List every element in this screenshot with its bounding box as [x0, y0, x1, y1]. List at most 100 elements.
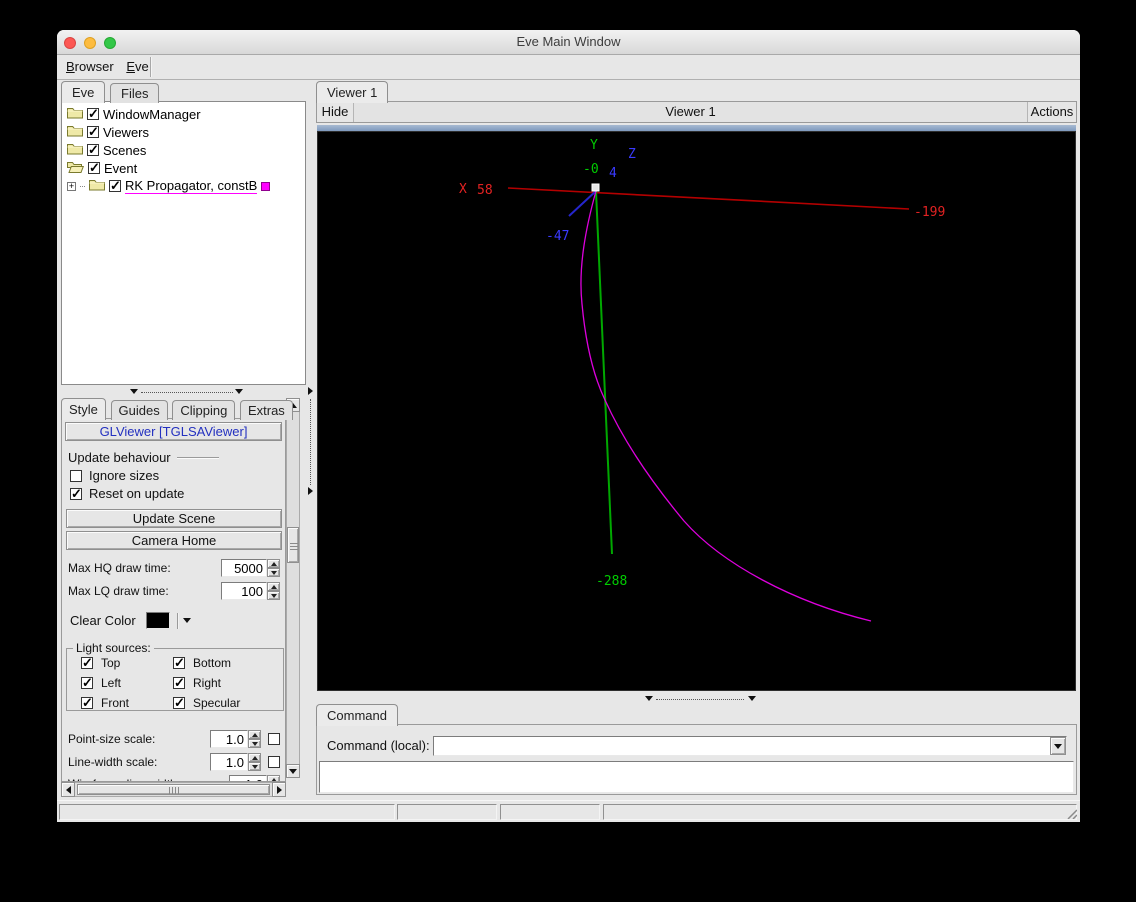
light-top-row[interactable]: Top [81, 655, 173, 671]
max-hq-stepper[interactable] [267, 559, 280, 577]
command-input[interactable] [434, 737, 1050, 755]
light-left-row[interactable]: Left [81, 675, 173, 691]
tab-style[interactable]: Style [61, 398, 106, 420]
tab-extras[interactable]: Extras [239, 400, 293, 420]
spin-up-icon [251, 732, 258, 737]
checkbox-scenes[interactable] [87, 142, 99, 158]
x-near-tick-label: 58 [477, 183, 493, 198]
resize-grip-icon[interactable] [1064, 806, 1077, 819]
max-hq-input[interactable] [221, 559, 267, 577]
expand-icon[interactable]: + [67, 181, 76, 191]
zoom-button[interactable] [104, 37, 116, 49]
y-far-tick-label: -288 [596, 574, 627, 589]
gl-viewport[interactable]: X 58 -199 Y -0 -288 Z 4 -47 [317, 131, 1076, 691]
max-lq-stepper[interactable] [267, 582, 280, 600]
tree-item-scenes[interactable]: Scenes [67, 141, 305, 159]
tab-clipping[interactable]: Clipping [172, 400, 236, 420]
command-dropdown-button[interactable] [1050, 737, 1066, 755]
checkbox-viewers[interactable] [87, 124, 99, 140]
max-hq-label: Max HQ draw time: [68, 561, 171, 575]
wireframe-row: Wireframe line width [68, 775, 280, 781]
light-right-checkbox[interactable] [173, 675, 185, 691]
tree-item-label: WindowManager [103, 106, 201, 122]
line-width-stepper[interactable] [248, 753, 261, 771]
ignore-sizes-row[interactable]: Ignore sizes [70, 468, 159, 483]
light-bottom-row[interactable]: Bottom [173, 655, 240, 671]
clear-color-dropdown-icon[interactable] [182, 618, 191, 623]
tab-files[interactable]: Files [110, 83, 160, 103]
wireframe-stepper[interactable] [267, 775, 280, 781]
tab-command[interactable]: Command [316, 704, 398, 726]
reset-on-update-row[interactable]: Reset on update [70, 486, 184, 502]
wireframe-input[interactable] [229, 775, 267, 781]
scroll-down-button[interactable] [286, 764, 300, 778]
max-lq-row: Max LQ draw time: [68, 582, 280, 600]
track-curve [580, 190, 872, 622]
line-width-input[interactable] [210, 753, 248, 771]
line-width-label: Line-width scale: [68, 755, 158, 769]
menu-eve[interactable]: Eve [126, 59, 148, 74]
line-width-checkbox[interactable] [268, 756, 280, 768]
point-size-stepper[interactable] [248, 730, 261, 748]
checkbox-event[interactable] [88, 160, 100, 176]
close-button[interactable] [64, 37, 76, 49]
camera-home-button[interactable]: Camera Home [66, 531, 282, 550]
minimize-button[interactable] [84, 37, 96, 49]
titlebar[interactable]: Eve Main Window [57, 30, 1080, 55]
viewer-command-splitter[interactable] [316, 694, 1077, 703]
light-right-row[interactable]: Right [173, 675, 240, 691]
command-local-label: Command (local): [327, 738, 430, 753]
spin-down-icon [251, 764, 258, 769]
folder-open-icon [67, 160, 85, 176]
light-left-checkbox[interactable] [81, 675, 93, 691]
status-cell-1 [59, 804, 395, 820]
command-combobox[interactable] [433, 736, 1067, 756]
horizontal-splitter[interactable] [61, 387, 306, 396]
hscroll-thumb[interactable] [77, 784, 270, 795]
reset-on-update-checkbox[interactable] [70, 486, 82, 502]
scroll-right-button[interactable] [272, 782, 286, 797]
spin-up-icon [270, 777, 277, 781]
tree-item-windowmanager[interactable]: WindowManager [67, 105, 305, 123]
tab-viewer-1[interactable]: Viewer 1 [316, 81, 389, 103]
light-specular-checkbox[interactable] [173, 695, 185, 711]
vertical-splitter[interactable] [307, 81, 314, 797]
track-color-swatch[interactable] [261, 181, 271, 191]
tree-item-rk-propagator[interactable]: + RK Propagator, constB [67, 177, 305, 195]
light-front-row[interactable]: Front [81, 695, 173, 711]
light-bottom-checkbox[interactable] [173, 655, 185, 671]
menu-browser[interactable]: Browser [66, 59, 114, 74]
point-size-checkbox[interactable] [268, 733, 280, 745]
tab-eve[interactable]: Eve [61, 81, 106, 103]
tree-item-label: Event [104, 160, 138, 176]
point-size-input[interactable] [210, 730, 248, 748]
clear-color-swatch[interactable] [145, 612, 170, 629]
light-right-label: Right [193, 676, 222, 690]
splitter-arrow-icon [235, 389, 243, 394]
light-specular-row[interactable]: Specular [173, 695, 240, 711]
checkbox-windowmanager[interactable] [87, 106, 99, 122]
menubar-divider [150, 57, 152, 77]
scroll-left-button[interactable] [61, 782, 75, 797]
tree-item-viewers[interactable]: Viewers [67, 123, 305, 141]
update-scene-button[interactable]: Update Scene [66, 509, 282, 528]
point-size-row: Point-size scale: [68, 730, 280, 748]
checkbox-rk-propagator[interactable] [109, 178, 121, 194]
splitter-arrow-icon [308, 487, 313, 495]
hide-button[interactable]: Hide [317, 102, 353, 122]
light-top-checkbox[interactable] [81, 655, 93, 671]
style-panel-vscrollbar[interactable] [286, 398, 300, 778]
left-tabbar: Eve Files [61, 81, 160, 103]
max-lq-input[interactable] [221, 582, 267, 600]
glviewer-header[interactable]: GLViewer [TGLSAViewer] [65, 422, 282, 441]
ignore-sizes-checkbox[interactable] [70, 469, 82, 482]
style-panel-hscrollbar[interactable] [61, 782, 286, 797]
actions-button[interactable]: Actions [1028, 102, 1076, 122]
spin-up-icon [270, 561, 277, 566]
tree-item-event[interactable]: Event [67, 159, 305, 177]
splitter-arrow-icon [308, 387, 313, 395]
command-output[interactable] [319, 761, 1074, 793]
vscroll-thumb[interactable] [287, 527, 299, 563]
tab-guides[interactable]: Guides [110, 400, 168, 420]
light-front-checkbox[interactable] [81, 695, 93, 711]
